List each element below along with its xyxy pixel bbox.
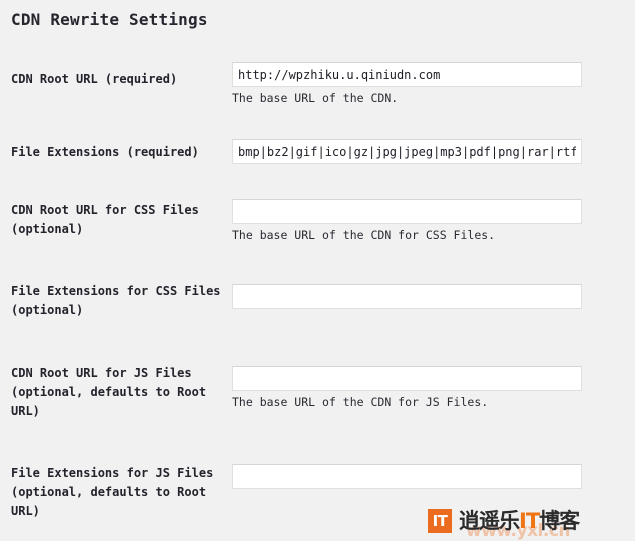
label-file-extensions-js: File Extensions for JS Files (optional, … — [11, 466, 214, 518]
watermark-it-badge-icon: IT — [428, 509, 452, 533]
desc-cdn-root-url-css: The base URL of the CDN for CSS Files. — [232, 228, 496, 242]
field-file-extensions-js — [232, 464, 582, 489]
label-cdn-root-url-js: CDN Root URL for JS Files (optional, def… — [11, 366, 207, 418]
input-cdn-root-url-css[interactable] — [232, 199, 582, 224]
watermark-brand: 逍遥乐IT博客 — [459, 508, 580, 533]
input-cdn-root-url-js[interactable] — [232, 366, 582, 391]
field-file-extensions-css — [232, 284, 582, 309]
input-file-extensions-js[interactable] — [232, 464, 582, 489]
label-file-extensions-css: File Extensions for CSS Files (optional) — [11, 284, 221, 317]
input-file-extensions-css[interactable] — [232, 284, 582, 309]
watermark-brand-part1: 逍遥乐 — [459, 508, 520, 533]
input-file-extensions[interactable] — [232, 139, 582, 164]
watermark-brand-part3: 博客 — [539, 508, 580, 533]
watermark-logo: IT 逍遥乐IT博客 — [428, 506, 580, 536]
watermark-brand-part2: IT — [519, 508, 540, 533]
page-title: CDN Rewrite Settings — [11, 10, 208, 29]
field-cdn-root-url: The base URL of the CDN. — [232, 62, 582, 106]
field-cdn-root-url-js: The base URL of the CDN for JS Files. — [232, 366, 582, 410]
label-file-extensions: File Extensions (required) — [11, 145, 199, 159]
settings-page: CDN Rewrite Settings CDN Root URL (requi… — [0, 0, 635, 541]
label-cdn-root-url: CDN Root URL (required) — [11, 72, 178, 86]
input-cdn-root-url[interactable] — [232, 62, 582, 87]
desc-cdn-root-url: The base URL of the CDN. — [232, 91, 399, 105]
desc-cdn-root-url-js: The base URL of the CDN for JS Files. — [232, 395, 489, 409]
field-cdn-root-url-css: The base URL of the CDN for CSS Files. — [232, 199, 582, 243]
watermark-badge-label: IT — [432, 511, 448, 530]
field-file-extensions — [232, 139, 582, 164]
label-cdn-root-url-css: CDN Root URL for CSS Files (optional) — [11, 203, 199, 236]
